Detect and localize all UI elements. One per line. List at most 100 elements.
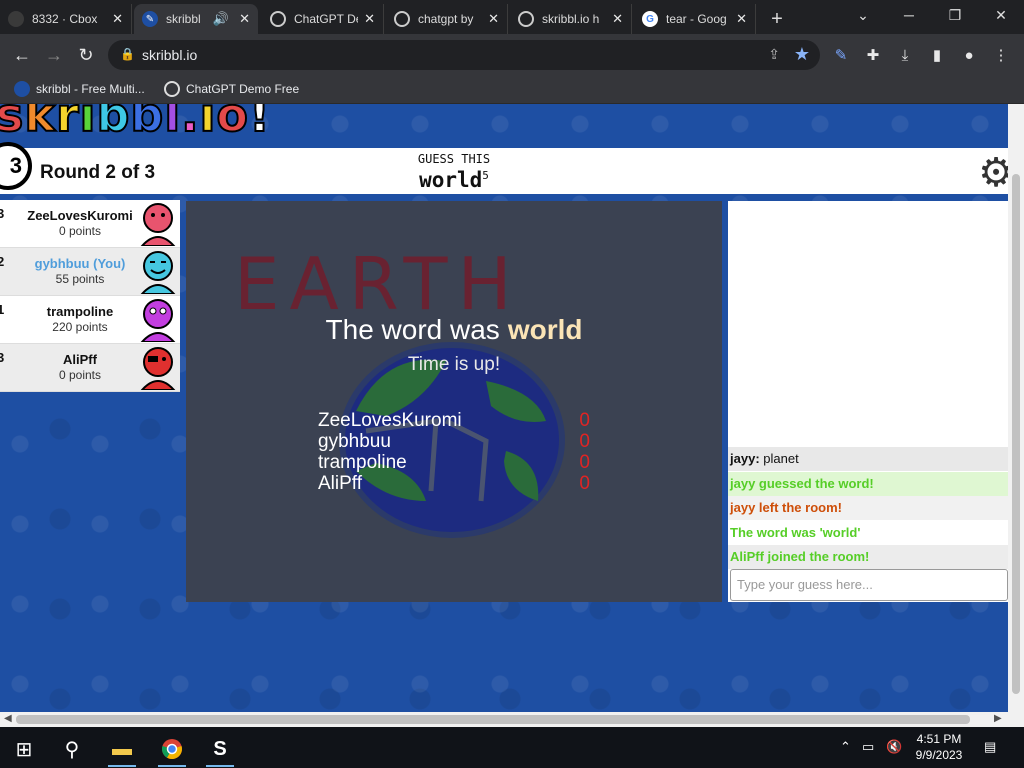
score-row: trampoline 0 [318, 452, 590, 473]
tab-skribbl-help[interactable]: skribbl.io h ✕ [510, 4, 632, 34]
word-length: 5 [482, 169, 489, 182]
score-player: AliPff [318, 473, 363, 494]
skribbl-extension-icon[interactable]: ✎ [830, 44, 852, 66]
chat-panel: jayy: planet jayy guessed the word! jayy… [728, 201, 1008, 602]
horizontal-scrollbar[interactable]: ◀ ▶ [0, 712, 1024, 727]
scroll-left-icon[interactable]: ◀ [4, 713, 12, 724]
game-header: 3 Round 2 of 3 GUESS THIS world5 ⚙ [0, 142, 1008, 196]
scroll-thumb[interactable] [1012, 174, 1020, 694]
windows-taskbar: ⊞ ⚲ ▬ S ⌃ ▭ 🔇 4:51 PM 9/9/2023 ▤ [0, 727, 1024, 768]
forward-icon[interactable]: → [42, 43, 66, 67]
tab-skribbl[interactable]: ✎ skribbl 🔊 ✕ [134, 4, 258, 34]
player-name: gybhbuu (You) [34, 256, 126, 271]
tray-chevron-icon[interactable]: ⌃ [840, 739, 851, 755]
score-row: ZeeLovesKuromi 0 [318, 410, 590, 431]
system-clock[interactable]: 4:51 PM 9/9/2023 [906, 731, 972, 763]
score-value: 0 [579, 473, 590, 494]
tab-title: tear - Goog [666, 12, 727, 26]
file-explorer-icon[interactable]: ▬ [102, 731, 142, 767]
tab-chatgpt-by[interactable]: chatgpt by ✕ [386, 4, 508, 34]
player-card[interactable]: 3 ZeeLovesKuromi 0 points [0, 200, 180, 248]
bookmark-skribbl[interactable]: skribbl - Free Multi... [14, 81, 145, 97]
skribbl-favicon-icon: ✎ [142, 11, 158, 27]
address-bar[interactable]: 🔒 skribbl.io ⇪ ★ [108, 40, 820, 70]
scroll-thumb[interactable] [16, 715, 970, 724]
globe-icon [270, 11, 286, 27]
back-icon[interactable]: ← [10, 43, 34, 67]
globe-icon [518, 11, 534, 27]
tab-title: 8332 · Cbox [32, 12, 98, 26]
skribbl-logo: skribbl.io! [0, 104, 271, 143]
new-tab-button[interactable]: + [762, 4, 792, 34]
close-tab-icon[interactable]: ✕ [612, 11, 623, 27]
speaker-icon[interactable]: 🔊 [213, 11, 229, 27]
chat-message: jayy: planet [728, 447, 1008, 471]
chat-text: planet [759, 451, 799, 466]
search-icon[interactable]: ⚲ [52, 731, 92, 767]
score-value: 0 [579, 431, 590, 452]
player-points: 0 points [58, 368, 102, 382]
bookmarks-bar: skribbl - Free Multi... ChatGPT Demo Fre… [0, 76, 1024, 104]
player-points: 55 points [55, 272, 105, 286]
chrome-icon[interactable] [152, 731, 192, 767]
drawing: EARTH [234, 242, 565, 538]
tab-cbox[interactable]: 8332 · Cbox ✕ [0, 4, 132, 34]
score-row: gybhbuu 0 [318, 431, 590, 452]
windows-start-icon[interactable]: ⊞ [4, 731, 44, 767]
tab-title: ChatGPT De [294, 12, 359, 26]
menu-kebab-icon[interactable]: ⋮ [990, 44, 1012, 66]
lock-icon[interactable]: 🔒 [120, 47, 135, 61]
share-icon[interactable]: ⇪ [768, 46, 780, 63]
browser-toolbar: ← → ↻ 🔒 skribbl.io ⇪ ★ ✎ ✚ ⤓ ▮ ● ⋮ [0, 34, 1024, 76]
bookmark-star-icon[interactable]: ★ [794, 44, 810, 65]
chat-input[interactable]: Type your guess here... [730, 569, 1008, 601]
globe-icon [164, 81, 180, 97]
tab-title: skribbl [166, 12, 201, 26]
close-window-icon[interactable]: ✕ [978, 0, 1024, 30]
volume-muted-icon[interactable]: 🔇 [886, 739, 902, 755]
player-card[interactable]: 2 gybhbuu (You) 55 points [0, 248, 180, 296]
tab-chatgpt-demo[interactable]: ChatGPT De ✕ [262, 4, 384, 34]
clock-time: 4:51 PM [916, 732, 962, 746]
score-value: 0 [579, 452, 590, 473]
download-icon[interactable]: ⤓ [894, 44, 916, 66]
notifications-icon[interactable]: ▤ [984, 739, 996, 755]
word-hint: world5 [0, 168, 908, 192]
url-text[interactable]: skribbl.io [142, 47, 197, 63]
minimize-icon[interactable]: ─ [886, 0, 932, 30]
close-tab-icon[interactable]: ✕ [364, 11, 375, 27]
chat-message: AliPff joined the room! [728, 545, 1008, 569]
settings-gear-icon[interactable]: ⚙ [978, 150, 1008, 196]
close-tab-icon[interactable]: ✕ [736, 11, 747, 27]
tab-title: skribbl.io h [542, 12, 600, 26]
bookmark-chatgpt-demo[interactable]: ChatGPT Demo Free [164, 81, 299, 97]
skribbl-bookmark-icon [14, 81, 30, 97]
s-app-icon[interactable]: S [200, 731, 240, 767]
tab-strip: 8332 · Cbox ✕ ✎ skribbl 🔊 ✕ ChatGPT De ✕… [0, 0, 1024, 34]
player-card[interactable]: 1 trampoline 220 points [0, 296, 180, 344]
score-row: AliPff 0 [318, 473, 590, 494]
profile-icon[interactable]: ● [958, 44, 980, 66]
result-prefix: The word was [325, 314, 500, 345]
player-name: ZeeLovesKuromi [27, 208, 133, 223]
extensions-puzzle-icon[interactable]: ✚ [862, 44, 884, 66]
reload-icon[interactable]: ↻ [74, 43, 98, 67]
cbox-favicon-icon [8, 11, 24, 27]
player-card[interactable]: 3 AliPff 0 points [0, 344, 180, 392]
close-tab-icon[interactable]: ✕ [239, 11, 250, 27]
close-tab-icon[interactable]: ✕ [112, 11, 123, 27]
score-player: gybhbuu [318, 431, 391, 452]
skribbl-page: skribbl.io! 3 Round 2 of 3 GUESS THIS wo… [0, 104, 1008, 712]
side-panel-icon[interactable]: ▮ [926, 44, 948, 66]
scroll-right-icon[interactable]: ▶ [994, 713, 1002, 724]
guess-label: GUESS THIS [417, 152, 491, 166]
google-favicon-icon: G [642, 11, 658, 27]
network-icon[interactable]: ▭ [862, 739, 874, 755]
close-tab-icon[interactable]: ✕ [488, 11, 499, 27]
vertical-scrollbar[interactable] [1008, 104, 1024, 712]
round-result-title: The word was world [186, 314, 722, 346]
restore-icon[interactable]: ❐ [932, 0, 978, 30]
tab-search-icon[interactable]: ⌄ [840, 0, 886, 30]
tab-google-search[interactable]: G tear - Goog ✕ [634, 4, 756, 34]
drawing-canvas[interactable]: EARTH The word was world Time is up! ZeeL… [186, 201, 722, 602]
